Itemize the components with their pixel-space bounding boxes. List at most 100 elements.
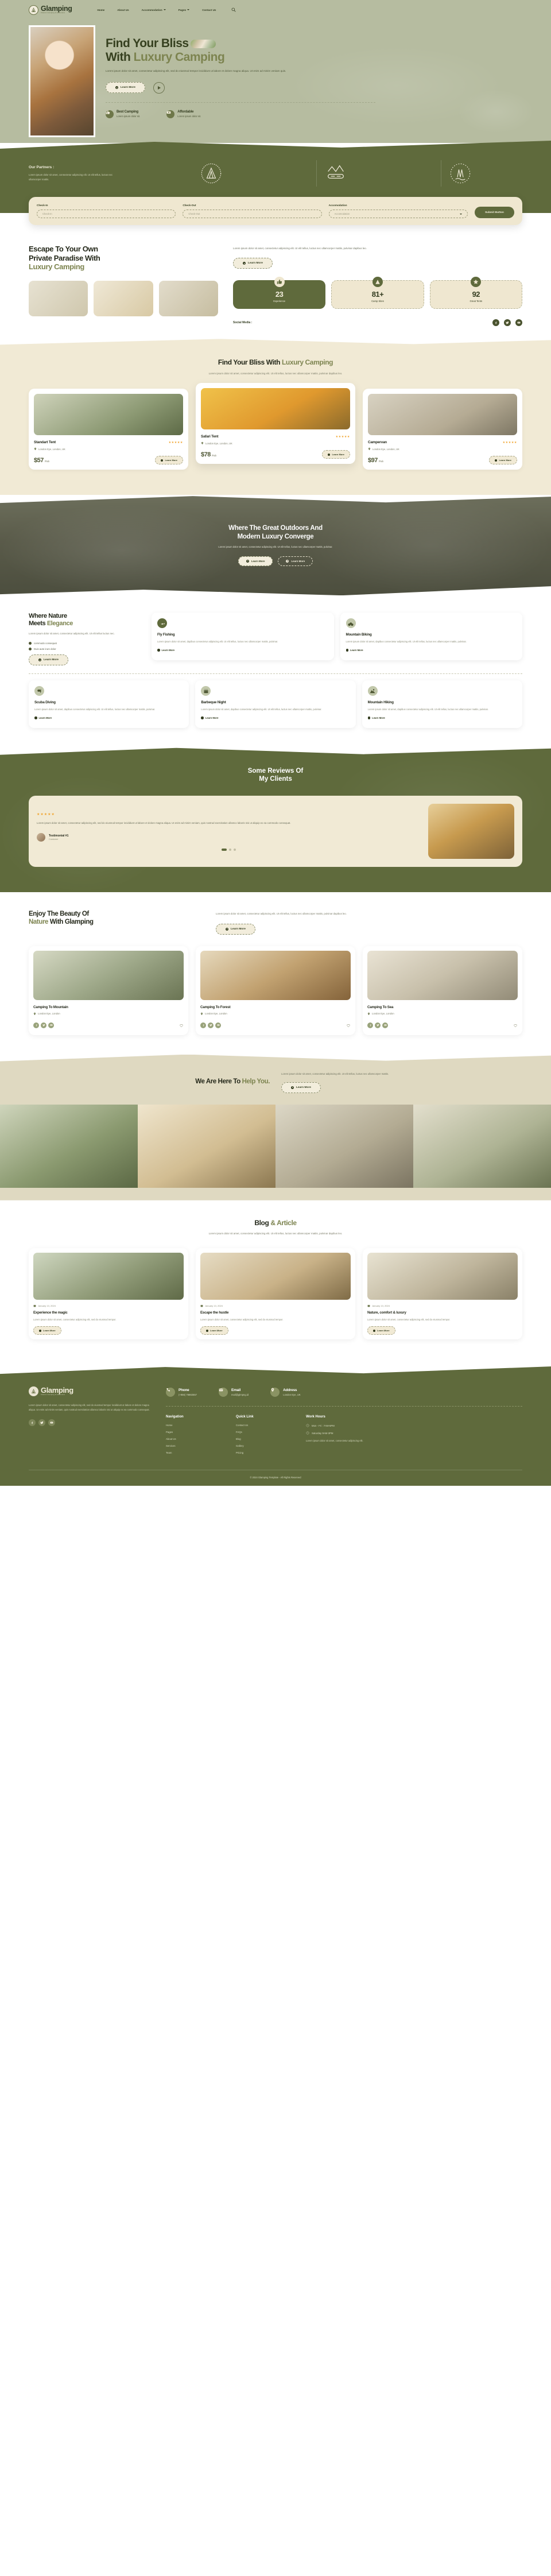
nav-item-accommodation[interactable]: Accommodation	[142, 9, 166, 11]
activity-card-mountain-hiking[interactable]: Mountain Hiking Lorem ipsum dolor sit am…	[362, 680, 522, 728]
twitter-icon[interactable]	[41, 1022, 46, 1028]
facebook-icon[interactable]	[367, 1022, 373, 1028]
blog-post-1[interactable]: January 13, 2024 Experience the magic Lo…	[29, 1248, 188, 1340]
check-out-label: Check-Out	[183, 204, 196, 207]
youtube-icon[interactable]	[48, 1022, 54, 1028]
footer-link-about-us[interactable]: About Us	[166, 1438, 214, 1440]
gallery-image	[158, 280, 218, 316]
favorite-heart-icon[interactable]	[179, 1020, 184, 1031]
enjoy-learn-more-button[interactable]: Learn More	[216, 923, 255, 935]
enjoy-card-forest[interactable]: Camping To Forest London Eye, London	[196, 946, 355, 1035]
blog-learn-more-button[interactable]: Learn More	[33, 1326, 61, 1335]
blog-learn-more-button[interactable]: Learn More	[367, 1326, 395, 1335]
accommodation-select[interactable]: Accomodation	[328, 210, 468, 218]
hero-learn-more-button[interactable]: Learn More	[106, 82, 145, 94]
footer-link-faqs[interactable]: FAQs	[236, 1431, 284, 1434]
twitter-icon[interactable]	[504, 319, 511, 327]
favorite-heart-icon[interactable]	[346, 1020, 351, 1031]
converge-primary-button[interactable]: Learn More	[238, 556, 273, 566]
activity-learn-more-link[interactable]: Learn More	[367, 716, 385, 719]
footer-link-team[interactable]: Team	[166, 1451, 214, 1454]
play-button[interactable]	[153, 82, 165, 94]
enjoy-card-location: London Eye, London	[38, 1012, 60, 1016]
tent-learn-more-button[interactable]: Learn More	[489, 456, 517, 465]
logo-brand[interactable]: Glamping Classic Camping & Adventure	[29, 5, 72, 15]
favorite-heart-icon[interactable]	[513, 1020, 518, 1031]
escape-learn-more-button[interactable]: Learn More	[233, 258, 273, 269]
youtube-icon[interactable]	[48, 1419, 55, 1427]
footer-link-blog[interactable]: Blog	[236, 1438, 284, 1440]
enjoy-card-sea[interactable]: Camping To Sea London Eye, London	[363, 946, 522, 1035]
blog-learn-more-button[interactable]: Learn More	[200, 1326, 228, 1335]
facebook-icon[interactable]	[200, 1022, 206, 1028]
youtube-icon[interactable]	[215, 1022, 221, 1028]
clock-icon	[306, 1424, 309, 1427]
activity-learn-more-link[interactable]: Learn More	[346, 649, 363, 652]
activities-learn-more-button[interactable]: Learn More	[29, 654, 68, 666]
footer-contact-phone[interactable]: Phone (+856) 76882557	[166, 1386, 197, 1397]
stat-value: 23	[275, 290, 284, 299]
footer-link-contact-us[interactable]: Contact Us	[236, 1424, 284, 1427]
footer-logo[interactable]: Glamping Classic Camping & Adventure	[29, 1386, 152, 1397]
converge-secondary-button[interactable]: Learn More	[278, 556, 313, 566]
blog-post-3[interactable]: January 13, 2024 Nature, comfort & luxur…	[363, 1248, 522, 1340]
check-out-input[interactable]: Check-Out	[183, 210, 322, 218]
facebook-icon[interactable]	[29, 1419, 36, 1427]
nav-item-contact-us[interactable]: Contact Us	[202, 9, 216, 11]
blog-title-b: & Article	[270, 1218, 297, 1227]
nav-item-pages[interactable]: Pages	[179, 9, 190, 11]
partner-logo-rafting[interactable]	[316, 160, 355, 187]
activities-title: Where Nature Meets Elegance	[29, 613, 143, 627]
footer-link-home[interactable]: Home	[166, 1424, 214, 1427]
footer-link-pricing[interactable]: Pricing	[236, 1451, 284, 1454]
footer-link-services[interactable]: Services	[166, 1444, 214, 1447]
facebook-icon[interactable]	[33, 1022, 39, 1028]
nav-item-home[interactable]: Home	[97, 9, 104, 11]
carousel-dot[interactable]	[228, 849, 231, 851]
activity-card-scuba-diving[interactable]: Scuba Diving Lorem ipsum dolor sit amet,…	[29, 680, 189, 728]
youtube-icon[interactable]	[515, 319, 522, 327]
footer-link-gallery[interactable]: Gallery	[236, 1444, 284, 1447]
youtube-icon[interactable]	[382, 1022, 388, 1028]
partner-logo-wild-camping[interactable]	[192, 160, 231, 187]
enjoy-card-image	[200, 950, 351, 1000]
footer-contact-email[interactable]: Email mail@glmpng.id	[219, 1386, 249, 1397]
carousel-dot[interactable]	[233, 849, 236, 851]
thumbs-up-icon	[274, 277, 285, 288]
escape-title-a: Escape To Your Own	[29, 245, 98, 253]
facebook-icon[interactable]	[492, 319, 499, 327]
search-icon[interactable]	[231, 7, 236, 13]
tent-price: $57/Pack	[34, 456, 49, 464]
arrow-right-icon	[495, 459, 498, 462]
activity-card-barbeque-night[interactable]: Barbeque Night Lorem ipsum dolor sit ame…	[195, 680, 356, 728]
activity-card-fly-fishing[interactable]: Fly Fishing Lorem ipsum dolor sit amet, …	[152, 613, 334, 660]
twitter-icon[interactable]	[375, 1022, 381, 1028]
activity-card-mountain-biking[interactable]: Mountain Biking Lorem ipsum dolor sit am…	[340, 613, 522, 660]
submit-button[interactable]: Submit Button	[474, 207, 514, 218]
enjoy-card-mountain[interactable]: Camping To Mountain London Eye, London	[29, 946, 188, 1035]
tent-card-safari[interactable]: Safari Tent ★★★★★ London Eye, London, UK…	[196, 383, 355, 464]
luxury-title-b: Luxury Camping	[281, 358, 333, 367]
enjoy-card-image	[367, 950, 518, 1000]
activity-learn-more-link[interactable]: Learn More	[34, 716, 52, 719]
nav-item-about-us[interactable]: About Us	[117, 9, 129, 11]
contact-value: mail@glmpng.id	[231, 1393, 249, 1397]
twitter-icon[interactable]	[38, 1419, 45, 1427]
tent-learn-more-button[interactable]: Learn More	[322, 450, 350, 459]
carousel-dot[interactable]	[221, 849, 227, 851]
footer-contact-address[interactable]: Address London Eye, UK	[270, 1386, 301, 1397]
help-learn-more-button[interactable]: Learn More	[281, 1082, 321, 1093]
footer-link-pages[interactable]: Pages	[166, 1431, 214, 1434]
check-dot-icon	[29, 641, 32, 645]
partner-logo-river-life[interactable]	[440, 160, 480, 187]
activity-learn-more-link[interactable]: Learn More	[201, 716, 218, 719]
twitter-icon[interactable]	[208, 1022, 214, 1028]
tent-card-campervan[interactable]: Campervan ★★★★★ London Eye, London, UK $…	[363, 389, 522, 470]
activity-learn-more-link[interactable]: Learn More	[157, 649, 174, 652]
blog-post-2[interactable]: January 13, 2024 Escape the hustle Lorem…	[196, 1248, 355, 1340]
social-row: Social Media :	[233, 319, 522, 327]
tent-card-standart[interactable]: Standart Tent ★★★★★ London Eye, London, …	[29, 389, 188, 470]
chevron-down-icon	[459, 213, 462, 215]
check-in-input[interactable]: Check-In	[37, 210, 176, 218]
tent-learn-more-button[interactable]: Learn More	[155, 456, 183, 465]
